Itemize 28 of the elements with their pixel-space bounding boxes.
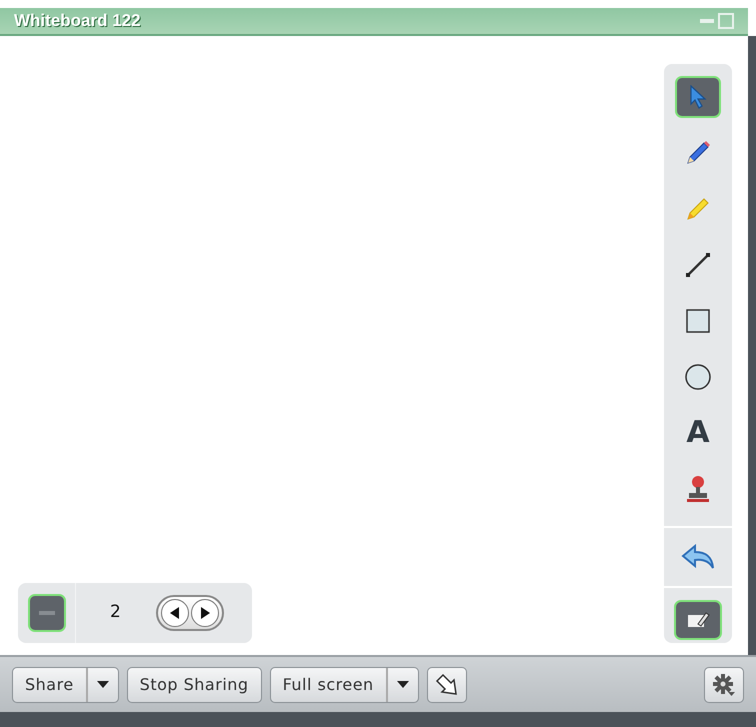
stamp-icon	[684, 474, 712, 504]
tool-button[interactable]: A	[675, 412, 721, 454]
text-tool-label: A	[686, 418, 710, 448]
settings-icon	[712, 672, 736, 696]
dropdown-caret-icon	[96, 681, 109, 688]
undo-arrow-icon	[681, 544, 715, 570]
toolbar-button[interactable]: Share	[12, 666, 119, 702]
undock-button[interactable]	[426, 666, 467, 702]
edit-toggle-button[interactable]	[674, 600, 722, 640]
tool-button[interactable]	[675, 76, 721, 118]
right-triangle-icon	[200, 607, 210, 619]
circle-icon	[684, 363, 712, 391]
page-number: 2	[110, 601, 122, 624]
settings-button[interactable]	[704, 666, 744, 702]
minus-icon	[38, 611, 54, 615]
collapse-button[interactable]	[28, 594, 66, 632]
square-icon	[685, 308, 711, 334]
diagonal-arrow-icon	[434, 672, 459, 696]
dropdown-caret-icon	[396, 681, 409, 688]
pointer-icon	[688, 85, 708, 109]
left-triangle-icon	[170, 607, 180, 619]
toolbar-button[interactable]: Full screen	[270, 666, 419, 702]
toolbar-button[interactable]: Stop Sharing	[126, 666, 262, 702]
next-page-button[interactable]	[191, 599, 219, 627]
line-icon	[683, 250, 713, 280]
edit-note-icon	[686, 610, 710, 630]
previous-page-button[interactable]	[161, 599, 189, 627]
window-title: Whiteboard 122	[14, 10, 141, 32]
